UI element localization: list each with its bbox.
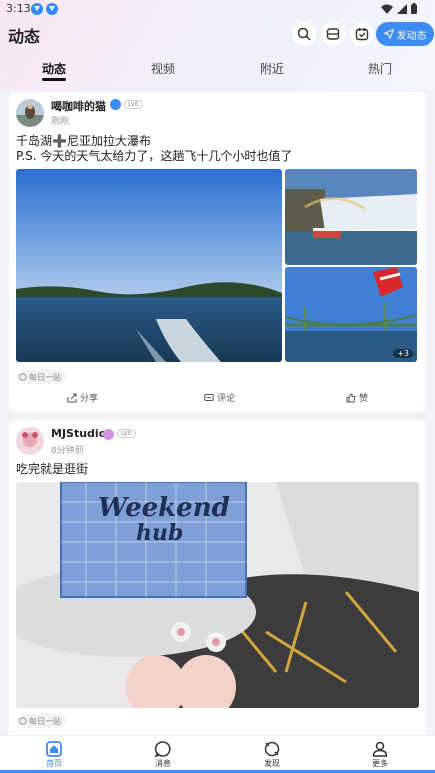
nav-messages[interactable]: 消息: [133, 740, 193, 769]
like-label: 赞: [359, 394, 369, 404]
verified-icon: [110, 99, 121, 110]
tab-nearby[interactable]: 附近: [260, 60, 284, 77]
like-button[interactable]: 赞: [346, 391, 368, 404]
send-icon: [383, 29, 394, 39]
discover-icon: [264, 741, 280, 757]
post-text: 吃完就是逛街: [16, 462, 89, 476]
topic-tag[interactable]: 每日一贴: [16, 370, 66, 384]
post-username[interactable]: 喝咖啡的猫: [51, 98, 106, 114]
comment-icon: [204, 393, 214, 401]
search-icon: [297, 27, 311, 41]
post-image-waterfall[interactable]: [285, 169, 417, 265]
download-icon: [31, 3, 43, 15]
post-text: 千岛湖➕尼亚加拉大瀑布 P.S. 今天的天气太给力了，这趟飞十几个小时也值了: [16, 134, 292, 164]
message-icon: [154, 741, 171, 758]
feed-tabs: 动态 视频 附近 热门: [0, 56, 435, 82]
share-label: 分享: [80, 394, 99, 404]
status-time: 3:13: [6, 2, 31, 15]
nav-home-label: 首页: [46, 759, 62, 768]
post-time: 刚刚: [51, 117, 70, 127]
post-card[interactable]: 喝咖啡的猫 LV6 刚刚 千岛湖➕尼亚加拉大瀑布 P.S. 今天的天气太给力了，…: [9, 92, 426, 412]
user-icon: [372, 741, 388, 757]
vip-icon: [103, 429, 114, 440]
avatar[interactable]: [16, 99, 44, 127]
more-images-count: +3: [393, 349, 413, 358]
nav-more[interactable]: 更多: [350, 740, 410, 769]
level-badge: LV6: [124, 100, 143, 109]
nav-more-label: 更多: [372, 759, 388, 768]
post-time: 8分钟前: [51, 446, 84, 456]
home-icon: [46, 741, 62, 757]
wifi-icon: [381, 4, 393, 14]
post-card[interactable]: MJStudio LV0 8分钟前 吃完就是逛街 Weekend hub 每日一: [9, 420, 426, 750]
scan-icon: [326, 28, 340, 40]
bag-text-line1: Weekend: [98, 493, 230, 523]
scan-button[interactable]: [321, 22, 345, 46]
post-image-lake[interactable]: [16, 169, 282, 362]
post-username[interactable]: MJStudio: [51, 427, 106, 440]
topic-tag-label: 每日一贴: [29, 372, 61, 382]
active-tab-indicator: [42, 78, 66, 81]
topic-tag-label: 每日一贴: [29, 716, 61, 726]
bottom-navigation: 首页 消息 发现 更多: [0, 735, 435, 773]
checkin-button[interactable]: [350, 22, 374, 46]
search-button[interactable]: [292, 22, 316, 46]
post-text-line: 千岛湖➕尼亚加拉大瀑布: [16, 134, 151, 148]
tag-icon: [19, 717, 27, 725]
topic-tag[interactable]: 每日一贴: [16, 714, 66, 728]
post-image-shopping[interactable]: Weekend hub: [16, 482, 419, 708]
battery-icon: [411, 3, 417, 14]
tab-hot[interactable]: 热门: [368, 60, 392, 77]
share-button[interactable]: 分享: [67, 391, 98, 404]
comment-label: 评论: [217, 394, 236, 404]
nav-discover[interactable]: 发现: [242, 740, 302, 769]
download-icon: [46, 3, 58, 15]
post-text-line: P.S. 今天的天气太给力了，这趟飞十几个小时也值了: [16, 149, 293, 163]
nav-home[interactable]: 首页: [24, 740, 84, 769]
share-icon: [67, 393, 77, 402]
calendar-check-icon: [355, 28, 369, 41]
page-title: 动态: [8, 27, 41, 46]
tag-icon: [19, 373, 27, 381]
tab-video[interactable]: 视频: [151, 60, 175, 77]
post-button[interactable]: 发动态: [376, 22, 434, 46]
thumbs-up-icon: [346, 392, 356, 402]
comment-button[interactable]: 评论: [204, 391, 235, 404]
nav-discover-label: 发现: [264, 759, 280, 768]
post-button-label: 发动态: [396, 30, 427, 42]
status-bar: 3:13: [0, 0, 435, 18]
post-image-bridge[interactable]: +3: [285, 267, 417, 362]
tab-dynamic[interactable]: 动态: [42, 60, 66, 77]
signal-icon: [397, 3, 407, 14]
avatar[interactable]: [16, 427, 44, 455]
bag-text-line2: hub: [136, 520, 183, 546]
level-badge: LV0: [117, 429, 136, 438]
app-header: 动态 发动态: [0, 18, 435, 52]
nav-messages-label: 消息: [155, 759, 171, 768]
